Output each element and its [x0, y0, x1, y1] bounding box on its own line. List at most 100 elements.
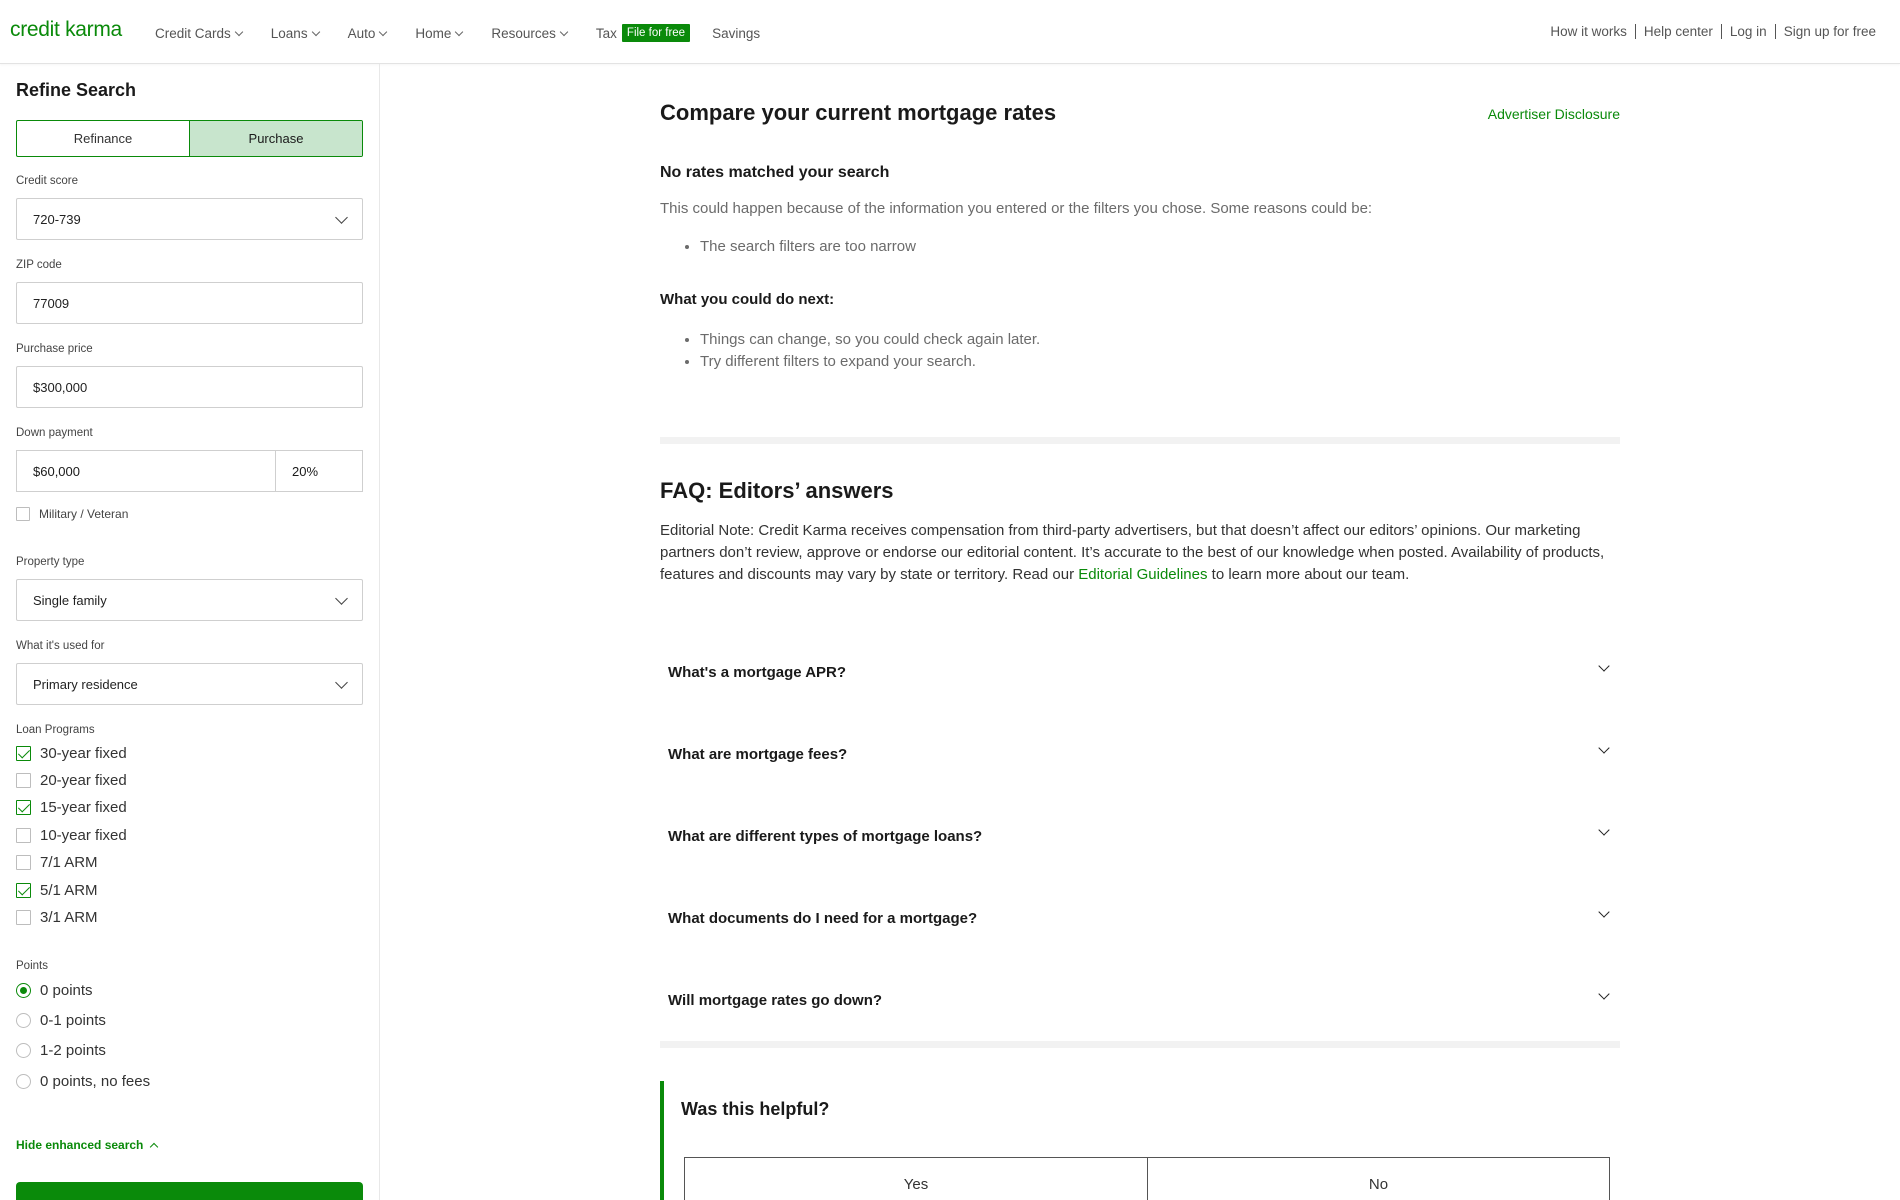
- loan-purpose-toggle: Refinance Purchase: [16, 120, 363, 157]
- chevron-down-icon: [455, 27, 464, 36]
- no-button[interactable]: No: [1147, 1157, 1610, 1200]
- nav-label: Home: [415, 25, 452, 41]
- next-steps-heading: What you could do next:: [660, 291, 835, 308]
- advertiser-disclosure-link[interactable]: Advertiser Disclosure: [1488, 106, 1620, 122]
- loan-program-5-1-arm[interactable]: 5/1 ARM: [16, 882, 98, 899]
- faq-heading: FAQ: Editors’ answers: [660, 478, 894, 503]
- property-type-select[interactable]: Single family: [16, 579, 363, 621]
- next-steps-list: Things can change, so you could check ag…: [700, 329, 1040, 373]
- nav-loans[interactable]: Loans: [270, 25, 320, 41]
- purchase-tab[interactable]: Purchase: [189, 121, 362, 156]
- editorial-text: to learn more about our team.: [1207, 566, 1410, 583]
- radio-label: 0 points, no fees: [40, 1073, 151, 1090]
- input-value: 77009: [33, 295, 70, 311]
- credit-score-label: Credit score: [16, 175, 78, 187]
- down-payment-group: $60,000 20%: [16, 450, 363, 492]
- chevron-down-icon: [379, 27, 388, 36]
- faq-question: What are mortgage fees?: [668, 746, 848, 763]
- no-rates-heading: No rates matched your search: [660, 164, 890, 181]
- used-for-select[interactable]: Primary residence: [16, 663, 363, 705]
- loan-program-20-year-fixed[interactable]: 20-year fixed: [16, 772, 127, 789]
- military-veteran-checkbox[interactable]: Military / Veteran: [16, 507, 128, 521]
- faq-item-fees[interactable]: What are mortgage fees?: [660, 730, 1620, 780]
- select-value: Primary residence: [33, 676, 138, 692]
- section-divider: [660, 1041, 1620, 1048]
- top-navigation: credit karma Credit Cards Loans Auto Hom…: [0, 0, 1900, 64]
- checkbox-icon: [16, 507, 30, 521]
- points-option-0[interactable]: 0 points: [16, 982, 93, 999]
- radio-icon: [16, 1043, 31, 1058]
- points-option-no-fees[interactable]: 0 points, no fees: [16, 1073, 150, 1090]
- radio-label: 1-2 points: [40, 1042, 106, 1059]
- help-center-link[interactable]: Help center: [1634, 24, 1721, 39]
- radio-label: 0-1 points: [40, 1012, 106, 1029]
- loan-program-3-1-arm[interactable]: 3/1 ARM: [16, 909, 98, 926]
- points-option-1-2[interactable]: 1-2 points: [16, 1042, 106, 1059]
- chevron-down-icon: [234, 27, 244, 36]
- reasons-list: The search filters are too narrow: [700, 236, 916, 258]
- nav-auto[interactable]: Auto: [348, 26, 388, 41]
- faq-question: What are different types of mortgage loa…: [668, 828, 983, 845]
- points-label: Points: [16, 960, 48, 972]
- checkbox-label: 10-year fixed: [40, 827, 127, 844]
- checkbox-icon: [16, 773, 31, 788]
- hide-enhanced-search-link[interactable]: Hide enhanced search: [16, 1138, 159, 1152]
- nav-tax[interactable]: Tax File for free: [595, 24, 691, 42]
- nav-home[interactable]: Home: [415, 25, 464, 41]
- faq-item-rates-down[interactable]: Will mortgage rates go down?: [660, 976, 1620, 1026]
- radio-label: 0 points: [40, 982, 93, 999]
- faq-item-apr[interactable]: What's a mortgage APR?: [660, 648, 1620, 698]
- purchase-price-label: Purchase price: [16, 343, 93, 355]
- loan-programs-label: Loan Programs: [16, 724, 95, 736]
- used-for-label: What it's used for: [16, 640, 105, 652]
- loan-program-15-year-fixed[interactable]: 15-year fixed: [16, 799, 127, 816]
- loan-program-10-year-fixed[interactable]: 10-year fixed: [16, 827, 127, 844]
- points-option-0-1[interactable]: 0-1 points: [16, 1012, 106, 1029]
- down-payment-percent-input[interactable]: 20%: [276, 450, 363, 492]
- purchase-price-input[interactable]: $300,000: [16, 366, 363, 408]
- credit-karma-logo[interactable]: credit karma: [10, 18, 122, 42]
- checkbox-label: 20-year fixed: [40, 772, 127, 789]
- loan-program-30-year-fixed[interactable]: 30-year fixed: [16, 745, 127, 762]
- editorial-guidelines-link[interactable]: Editorial Guidelines: [1078, 566, 1207, 583]
- chevron-down-icon: [1598, 742, 1610, 754]
- how-it-works-link[interactable]: How it works: [1542, 24, 1635, 39]
- refinance-tab[interactable]: Refinance: [17, 121, 189, 156]
- nav-label: Tax: [595, 25, 617, 41]
- list-item: The search filters are too narrow: [700, 236, 916, 258]
- checkbox-label: 7/1 ARM: [40, 854, 98, 871]
- nav-resources[interactable]: Resources: [491, 26, 569, 41]
- zip-code-label: ZIP code: [16, 259, 62, 271]
- checkbox-icon: [16, 828, 31, 843]
- checkbox-label: Military / Veteran: [39, 507, 129, 521]
- faq-item-loan-types[interactable]: What are different types of mortgage loa…: [660, 812, 1620, 862]
- helpful-feedback-panel: Was this helpful? Yes No: [660, 1081, 1620, 1200]
- faq-item-documents[interactable]: What documents do I need for a mortgage?: [660, 894, 1620, 944]
- helpful-title: Was this helpful?: [681, 1099, 830, 1119]
- nav-label: Savings: [712, 25, 761, 41]
- faq-question: What documents do I need for a mortgage?: [668, 910, 978, 927]
- file-for-free-badge: File for free: [621, 24, 691, 42]
- checkbox-label: 15-year fixed: [40, 799, 127, 816]
- zip-code-input[interactable]: 77009: [16, 282, 363, 324]
- nav-savings[interactable]: Savings: [712, 26, 760, 41]
- down-payment-amount-input[interactable]: $60,000: [16, 450, 276, 492]
- log-in-link[interactable]: Log in: [1720, 24, 1775, 39]
- search-submit-button[interactable]: [16, 1182, 363, 1200]
- checkbox-checked-icon: [16, 800, 31, 815]
- section-divider: [660, 437, 1620, 444]
- helpful-buttons: Yes No: [684, 1157, 1610, 1200]
- property-type-label: Property type: [16, 556, 85, 568]
- credit-score-select[interactable]: 720-739: [16, 198, 363, 240]
- refine-search-sidebar: Refine Search Refinance Purchase Credit …: [0, 64, 380, 1200]
- nav-label: Loans: [270, 25, 308, 41]
- chevron-down-icon: [559, 27, 569, 36]
- checkbox-checked-icon: [16, 883, 31, 898]
- yes-button[interactable]: Yes: [684, 1157, 1148, 1200]
- loan-program-7-1-arm[interactable]: 7/1 ARM: [16, 854, 98, 871]
- list-item: Things can change, so you could check ag…: [700, 329, 1040, 351]
- nav-credit-cards[interactable]: Credit Cards: [155, 26, 244, 41]
- sign-up-link[interactable]: Sign up for free: [1774, 24, 1884, 39]
- radio-selected-icon: [16, 983, 31, 998]
- chevron-down-icon: [1598, 824, 1610, 836]
